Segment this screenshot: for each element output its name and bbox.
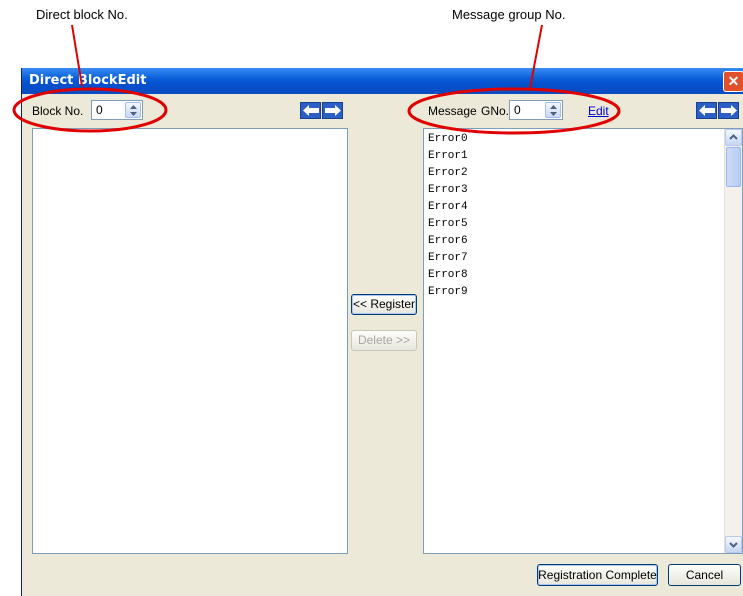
message-next-button[interactable] [718,102,739,119]
window-title: Direct BlockEdit [29,73,147,88]
gno-spin-buttons[interactable] [545,102,561,118]
direct-block-list[interactable] [32,128,348,554]
block-no-label: Block No. [32,104,84,118]
message-list[interactable]: Error0 Error1 Error2 Error3 Error4 Error… [423,128,743,554]
gno-value[interactable]: 0 [514,103,521,117]
triangle-down-icon [550,112,557,116]
scroll-up-button[interactable] [725,129,742,146]
list-item[interactable]: Error9 [428,284,468,301]
arrow-left-icon [303,105,319,116]
scroll-down-button[interactable] [725,536,742,553]
callout-direct-block-no: Direct block No. [36,7,128,22]
delete-button[interactable]: Delete >> [351,330,417,351]
list-item[interactable]: Error1 [428,148,468,165]
scroll-thumb[interactable] [726,147,741,187]
message-prev-button[interactable] [696,102,717,119]
arrow-right-icon [721,105,737,116]
block-prev-button[interactable] [300,102,321,119]
registration-complete-button[interactable]: Registration Complete [537,564,658,586]
message-list-scrollbar[interactable] [724,129,742,553]
edit-link[interactable]: Edit [588,104,609,118]
block-no-spinner[interactable]: 0 [91,100,143,120]
chevron-down-icon [729,542,738,548]
gno-spinner[interactable]: 0 [509,100,563,120]
list-item[interactable]: Error8 [428,267,468,284]
list-item[interactable]: Error6 [428,233,468,250]
triangle-up-icon [550,105,557,116]
arrow-left-icon [699,105,715,116]
chevron-up-icon [729,134,738,140]
triangle-up-icon [130,105,137,116]
title-bar[interactable]: Direct BlockEdit ✕ [22,68,743,94]
list-item[interactable]: Error2 [428,165,468,182]
gno-label: GNo. [481,104,510,118]
close-icon: ✕ [727,73,740,89]
message-items: Error0 Error1 Error2 Error3 Error4 Error… [428,131,468,301]
list-item[interactable]: Error5 [428,216,468,233]
block-no-spin-buttons[interactable] [125,102,141,118]
list-item[interactable]: Error4 [428,199,468,216]
arrow-right-icon [325,105,341,116]
register-button[interactable]: << Register [351,294,417,315]
list-item[interactable]: Error7 [428,250,468,267]
message-label: Message [428,104,477,118]
direct-block-edit-dialog: Direct BlockEdit ✕ Block No. 0 << Regist… [21,68,743,596]
cancel-button[interactable]: Cancel [668,564,741,586]
block-no-value[interactable]: 0 [96,103,103,117]
callout-message-group-no: Message group No. [452,7,566,22]
list-item[interactable]: Error3 [428,182,468,199]
block-next-button[interactable] [322,102,343,119]
close-button[interactable]: ✕ [723,71,743,92]
triangle-down-icon [130,112,137,116]
list-item[interactable]: Error0 [428,131,468,148]
